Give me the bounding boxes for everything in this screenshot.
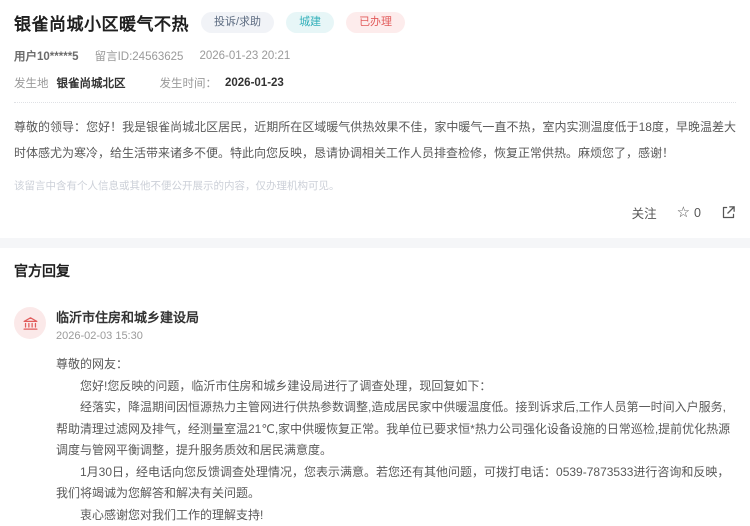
reply-paragraph: 经落实，降温期间因恒源热力主管网进行供热参数调整,造成居民家中供暖温度低。接到诉…	[56, 397, 736, 462]
reply-paragraph: 您好!您反映的问题，临沂市住房和城乡建设局进行了调查处理，现回复如下：	[56, 376, 736, 398]
status-badge: 已办理	[346, 12, 405, 33]
agency-avatar	[14, 307, 46, 339]
location-label: 发生地	[14, 75, 49, 91]
government-building-icon	[22, 315, 39, 332]
reply-body: 尊敬的网友： 您好!您反映的问题，临沂市住房和城乡建设局进行了调查处理，现回复如…	[56, 354, 736, 526]
share-button[interactable]	[721, 205, 736, 220]
reply-greeting: 尊敬的网友：	[56, 354, 736, 376]
star-icon: ☆	[677, 205, 690, 220]
section-divider	[0, 238, 750, 248]
title-row: 银雀尚城小区暖气不热 投诉/求助 城建 已办理	[14, 10, 736, 35]
dotted-divider	[14, 102, 736, 103]
complaint-body: 尊敬的领导：您好！我是银雀尚城北区居民，近期所在区域暖气供热效果不佳，家中暖气一…	[14, 114, 736, 166]
location-value: 银雀尚城北区	[57, 75, 126, 91]
username: 用户10*****5	[14, 48, 79, 64]
privacy-note: 该留言中含有个人信息或其他不便公开展示的内容，仅办理机构可见。	[14, 178, 736, 193]
post-timestamp: 2026-01-23 20:21	[199, 50, 290, 62]
follow-button[interactable]: 关注	[632, 203, 657, 222]
action-row: 关注 ☆ 0	[14, 203, 736, 238]
info-row: 发生地 银雀尚城北区 发生时间： 2026-01-23	[14, 75, 736, 91]
reply-paragraph: 衷心感谢您对我们工作的理解支持!	[56, 505, 736, 526]
reply-section-title: 官方回复	[14, 261, 736, 281]
star-button[interactable]: ☆ 0	[677, 205, 701, 220]
agency-info: 临沂市住房和城乡建设局 2026-02-03 15:30	[56, 307, 199, 342]
message-id: 留言ID:24563625	[95, 48, 184, 64]
page-title: 银雀尚城小区暖气不热	[14, 10, 189, 35]
reply-card: 临沂市住房和城乡建设局 2026-02-03 15:30	[14, 307, 736, 342]
official-reply-section: 官方回复 临沂市住房和城乡建设局 2026-02-03 15:30 尊敬的网友：…	[0, 248, 750, 526]
complaint-card: 银雀尚城小区暖气不热 投诉/求助 城建 已办理 用户10*****5 留言ID:…	[0, 0, 750, 238]
reply-paragraph: 1月30日，经电话向您反馈调查处理情况，您表示满意。若您还有其他问题，可拨打电话…	[56, 462, 736, 505]
star-count: 0	[694, 206, 701, 220]
agency-name: 临沂市住房和城乡建设局	[56, 307, 199, 326]
tag-department[interactable]: 城建	[286, 12, 334, 33]
reply-timestamp: 2026-02-03 15:30	[56, 330, 199, 342]
share-icon	[721, 205, 736, 220]
meta-row: 用户10*****5 留言ID:24563625 2026-01-23 20:2…	[14, 48, 736, 64]
occur-time-label: 发生时间：	[160, 75, 218, 91]
tag-complaint-type[interactable]: 投诉/求助	[201, 12, 274, 33]
occur-time-value: 2026-01-23	[225, 77, 284, 89]
